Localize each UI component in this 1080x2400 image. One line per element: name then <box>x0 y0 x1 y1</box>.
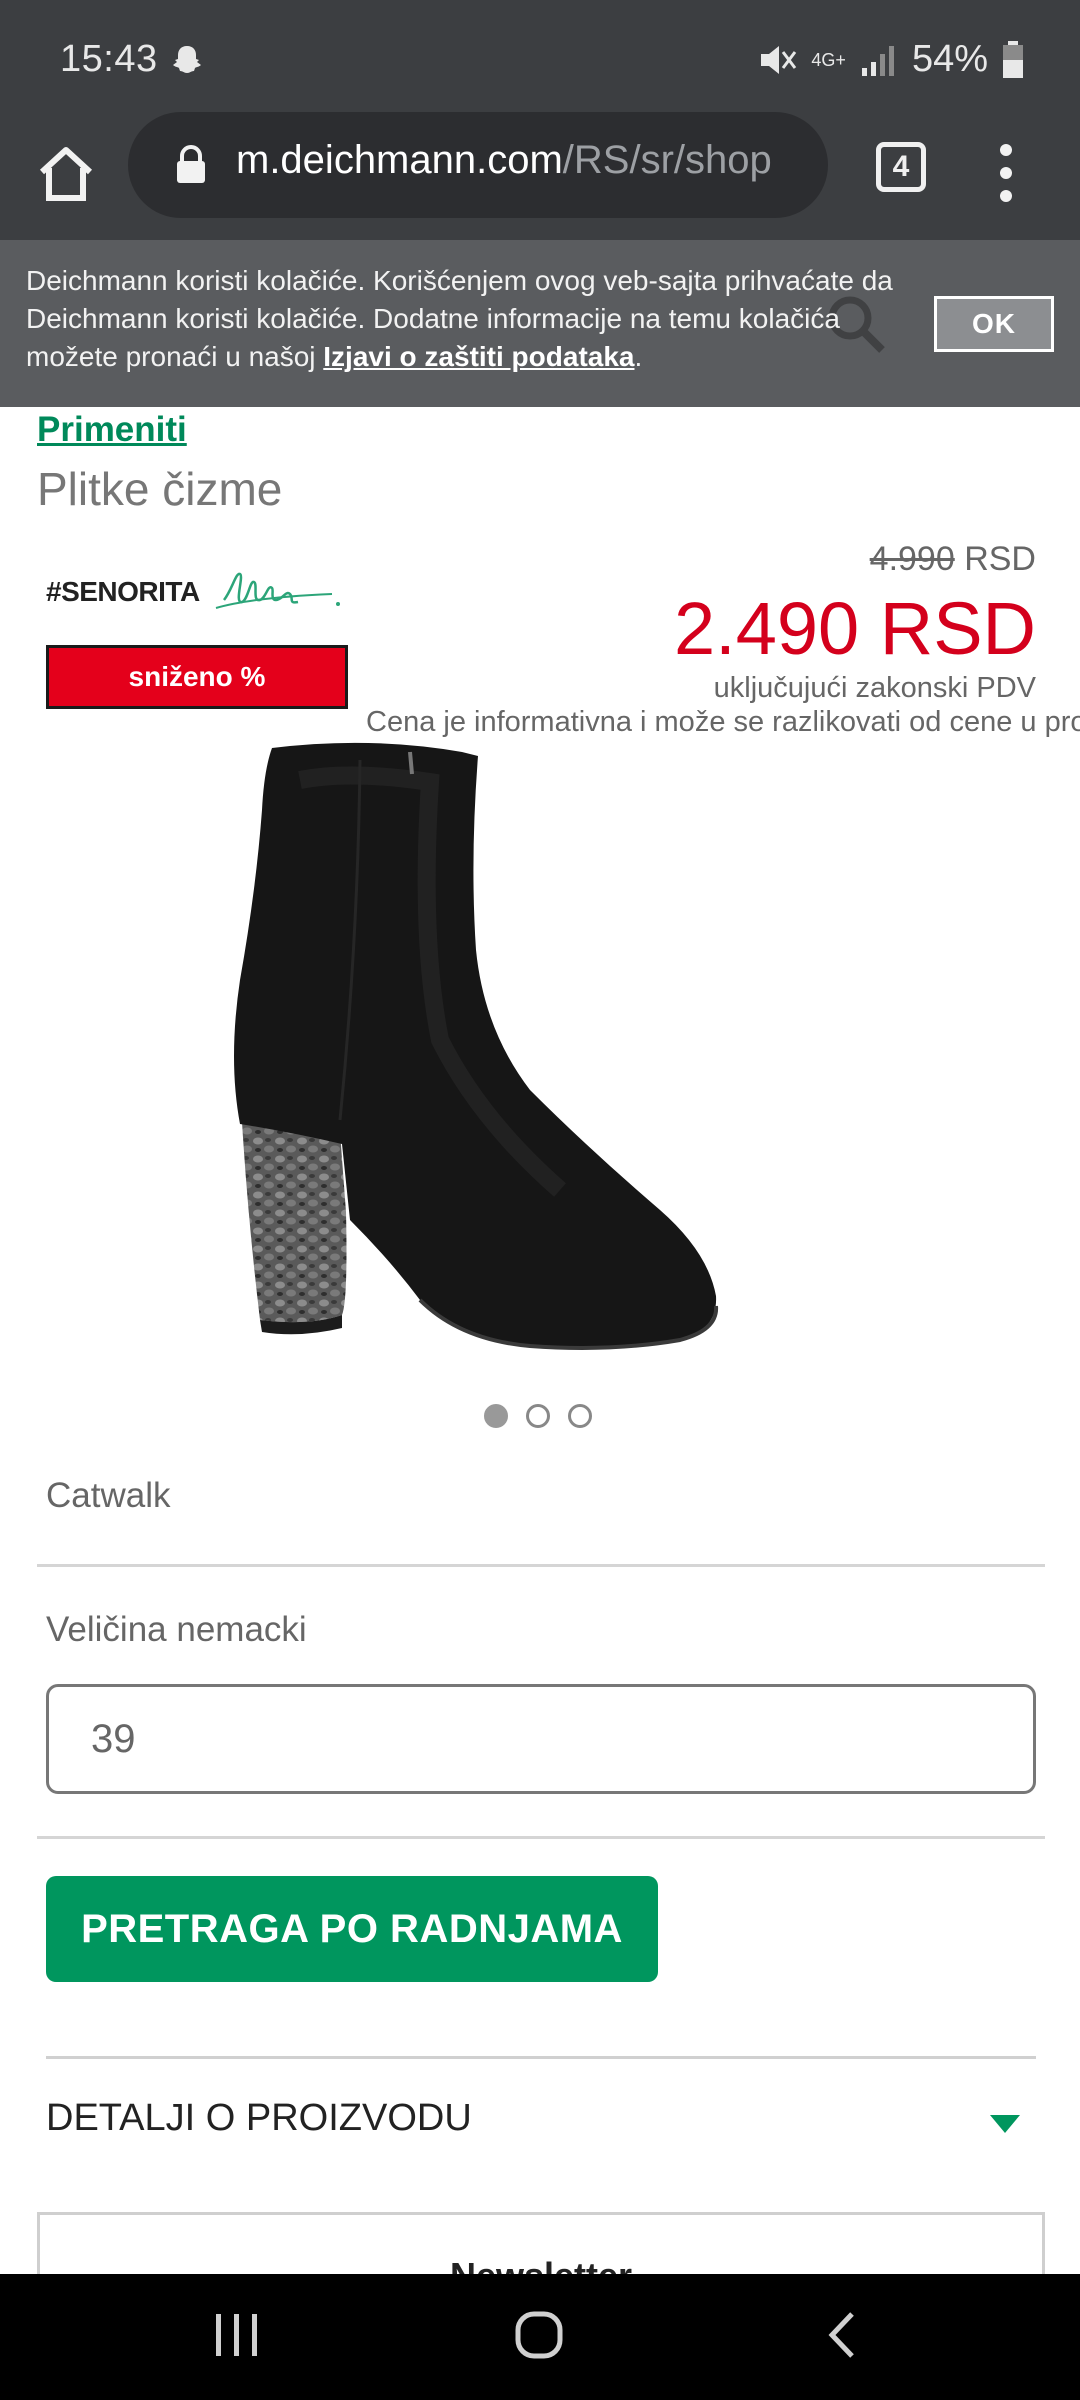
battery-icon <box>1003 40 1023 78</box>
overflow-menu-icon[interactable] <box>996 138 1016 208</box>
url-bar[interactable]: m.deichmann.com/RS/sr/shop <box>128 112 828 218</box>
old-price: 4.990 RSD <box>870 540 1036 579</box>
store-search-button[interactable]: PRETRAGA PO RADNJAMA <box>46 1876 658 1982</box>
back-icon[interactable] <box>826 2310 856 2360</box>
size-label: Veličina nemacki <box>46 1610 307 1649</box>
chevron-down-icon <box>990 2115 1020 2133</box>
product-details-accordion[interactable]: DETALJI O PROIZVODU <box>46 2056 1036 2176</box>
home-nav-icon[interactable] <box>514 2310 564 2360</box>
home-icon[interactable] <box>34 142 98 206</box>
old-price-value: 4.990 <box>869 540 955 578</box>
mute-icon <box>761 45 797 74</box>
tab-switcher-button[interactable]: 4 <box>876 142 926 192</box>
brand-name: #SENORITA <box>46 576 200 607</box>
sale-badge: sniženo % <box>46 645 348 709</box>
lock-icon <box>177 145 205 183</box>
cookie-message: Deichmann koristi kolačiće. Korišćenjem … <box>26 262 896 376</box>
recent-apps-icon[interactable] <box>214 2310 260 2360</box>
product-title: Plitke čizme <box>37 463 283 515</box>
battery-percent: 54% <box>911 38 988 80</box>
browser-toolbar: m.deichmann.com/RS/sr/shop 4 <box>0 112 1080 240</box>
image-carousel-dots <box>484 1404 592 1428</box>
signature-icon <box>215 572 340 609</box>
status-time: 15:43 <box>60 38 158 80</box>
carousel-dot[interactable] <box>526 1404 550 1428</box>
carousel-dot[interactable] <box>568 1404 592 1428</box>
privacy-policy-link[interactable]: Izjavi o zaštiti podataka <box>323 341 634 372</box>
network-type: 4G+ <box>811 49 846 70</box>
divider <box>37 1564 1045 1567</box>
old-price-currency: RSD <box>964 540 1036 578</box>
vat-note: uključujući zakonski PDV <box>713 672 1036 704</box>
product-image[interactable] <box>230 740 850 1400</box>
url-host: m.deichmann.com <box>236 138 563 182</box>
url-text[interactable]: m.deichmann.com/RS/sr/shop <box>236 138 806 183</box>
snapchat-notification-icon <box>173 46 201 73</box>
brand-logo: #SENORITA <box>46 560 356 624</box>
cookie-period: . <box>634 341 643 372</box>
current-price: 2.490 RSD <box>674 587 1036 670</box>
divider <box>37 1836 1045 1839</box>
system-navigation-bar <box>0 2274 1080 2400</box>
details-label: DETALJI O PROIZVODU <box>46 2097 472 2139</box>
status-bar: 15:43 4G+ 54% <box>0 0 1080 120</box>
price-info-note: Cena je informativna i može se razlikova… <box>366 706 1080 738</box>
cookie-banner: Deichmann koristi kolačiće. Korišćenjem … <box>0 240 1080 407</box>
status-indicators: 4G+ 54% <box>757 38 1024 81</box>
apply-link[interactable]: Primeniti <box>37 410 187 450</box>
carousel-dot[interactable] <box>484 1404 508 1428</box>
color-name: Catwalk <box>46 1476 171 1515</box>
cookie-ok-button[interactable]: OK <box>934 296 1054 352</box>
size-select[interactable]: 39 <box>46 1684 1036 1794</box>
url-path: /RS/sr/shop <box>562 138 772 182</box>
signal-icon <box>861 45 894 76</box>
